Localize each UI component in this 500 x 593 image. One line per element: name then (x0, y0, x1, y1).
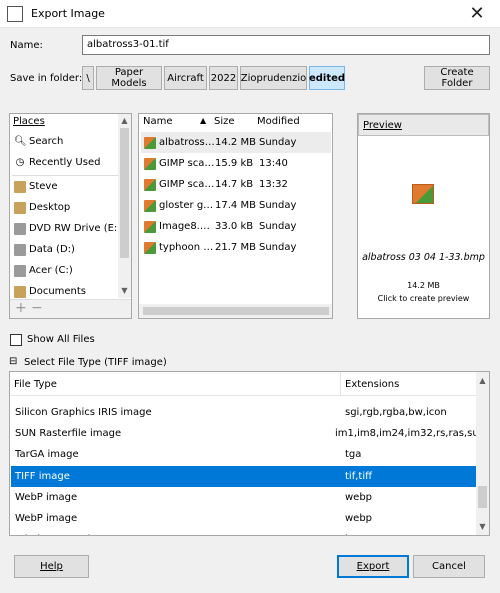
preview-filename: albatross 03 04 1-33.bmp (362, 252, 485, 263)
file-row[interactable]: gloster gl... 17.4 MB Sunday (141, 195, 331, 216)
file-type-scroll-thumb[interactable] (478, 486, 487, 508)
save-in-folder-label: Save in folder: (10, 73, 83, 84)
file-list-panel: Name ▲ Size Modified albatross ... 14.2 … (138, 113, 333, 319)
places-item-recently-used[interactable]: ◷ Recently Used (10, 152, 116, 173)
file-row[interactable]: Image8.png 33.0 kB Sunday (141, 216, 331, 237)
places-header: Places (13, 116, 45, 127)
window-title: Export Image (31, 7, 105, 20)
places-toolbar: + − (10, 299, 131, 318)
file-type-row[interactable]: Silicon Graphics IRIS image sgi,rgb,rgba,… (11, 402, 485, 423)
file-type-row[interactable]: TarGA image tga (11, 444, 485, 465)
places-item-data[interactable]: Data (D:) (10, 239, 116, 260)
column-extensions[interactable]: Extensions (345, 379, 399, 390)
help-button[interactable]: Help (14, 555, 89, 578)
places-item-acer[interactable]: Acer (C:) (10, 260, 116, 281)
scroll-up-icon[interactable]: ▲ (476, 376, 489, 385)
title-bar: Export Image ✕ (0, 0, 500, 28)
file-row[interactable]: typhoon 0... 21.7 MB Sunday (141, 237, 331, 258)
column-divider (340, 372, 341, 396)
preview-hint: Click to create preview (377, 294, 470, 303)
file-type-row-selected[interactable]: TIFF image tif,tiff (11, 466, 485, 487)
show-all-files-checkbox[interactable] (10, 334, 22, 346)
image-file-icon (144, 199, 156, 212)
collapse-icon[interactable]: ⊟ (9, 356, 17, 367)
crumb-paper-models[interactable]: Paper Models (96, 66, 162, 90)
sort-ascending-icon: ▲ (200, 116, 207, 125)
file-type-scrollbar[interactable]: ▲ ▼ (476, 372, 489, 535)
file-row[interactable]: GIMP scal... 15.9 kB 13:40 (141, 153, 331, 174)
file-type-row[interactable]: SUN Rasterfile image im1,im8,im24,im32,rs… (11, 423, 485, 444)
cancel-button[interactable]: Cancel (413, 555, 485, 578)
search-icon: 🔍︎ (14, 135, 27, 147)
drive-icon (14, 264, 26, 277)
filename-input[interactable]: albatross3-01.tif (82, 35, 490, 55)
scroll-down-icon[interactable]: ▼ (118, 286, 131, 295)
column-file-type[interactable]: File Type (14, 379, 57, 390)
disc-icon (14, 222, 26, 235)
preview-header[interactable]: Preview (358, 114, 489, 136)
image-file-icon (144, 136, 156, 149)
file-row[interactable]: GIMP scal... 14.7 kB 13:32 (141, 174, 331, 195)
crumb-root[interactable]: \ (82, 66, 94, 90)
file-list-hscrollbar[interactable] (139, 304, 332, 318)
file-type-expander-label[interactable]: Select File Type (TIFF image) (24, 357, 167, 368)
folder-icon (14, 180, 26, 193)
file-list-header: Name ▲ Size Modified (139, 114, 332, 131)
image-file-icon (144, 220, 156, 233)
scroll-up-icon[interactable]: ▲ (118, 116, 131, 125)
export-button[interactable]: Export (337, 555, 409, 578)
column-size[interactable]: Size (214, 116, 235, 127)
drive-icon (14, 243, 26, 256)
crumb-zioprudenzio[interactable]: Zioprudenzio (240, 66, 307, 90)
image-file-icon (144, 241, 156, 254)
folder-icon (14, 201, 26, 214)
image-file-icon (144, 157, 156, 170)
places-scroll-thumb[interactable] (120, 128, 129, 258)
remove-bookmark-icon[interactable]: − (31, 300, 43, 316)
file-type-row[interactable]: WebP image webp (11, 487, 485, 508)
crumb-edited[interactable]: edited (309, 66, 345, 90)
image-file-icon (412, 184, 434, 204)
file-type-panel: File Type Extensions Silicon Graphics IR… (9, 371, 490, 536)
add-bookmark-icon[interactable]: + (15, 300, 27, 316)
file-list-hscroll-thumb[interactable] (143, 307, 329, 315)
file-type-row[interactable]: Windows BMP imagebmp (11, 529, 485, 535)
file-type-header: File Type Extensions (10, 372, 477, 396)
file-row[interactable]: albatross ... 14.2 MB Sunday (141, 132, 331, 153)
file-type-row[interactable]: WebP image webp (11, 508, 485, 529)
clock-icon: ◷ (15, 156, 25, 168)
preview-panel[interactable]: Preview albatross 03 04 1-33.bmp 14.2 MB… (357, 113, 490, 319)
places-panel: Places 🔍︎ Search ◷ Recently Used Steve Des… (9, 113, 132, 319)
app-icon (7, 6, 23, 22)
create-folder-button[interactable]: Create Folder (424, 66, 490, 90)
places-item-steve[interactable]: Steve (10, 176, 116, 197)
name-label: Name: (10, 40, 43, 51)
crumb-2022[interactable]: 2022 (209, 66, 238, 90)
places-item-desktop[interactable]: Desktop (10, 197, 116, 218)
close-icon[interactable]: ✕ (454, 0, 500, 28)
places-scrollbar[interactable]: ▲ ▼ (118, 114, 131, 298)
column-modified[interactable]: Modified (257, 116, 300, 127)
show-all-files-label[interactable]: Show All Files (27, 334, 95, 345)
column-name[interactable]: Name (143, 116, 173, 127)
image-file-icon (144, 178, 156, 191)
preview-size: 14.2 MB (407, 281, 440, 290)
scroll-down-icon[interactable]: ▼ (476, 522, 489, 531)
folder-icon (14, 285, 26, 298)
places-item-dvd[interactable]: DVD RW Drive (E:) (10, 218, 116, 239)
places-item-search[interactable]: 🔍︎ Search (10, 131, 116, 152)
crumb-aircraft[interactable]: Aircraft (164, 66, 207, 90)
